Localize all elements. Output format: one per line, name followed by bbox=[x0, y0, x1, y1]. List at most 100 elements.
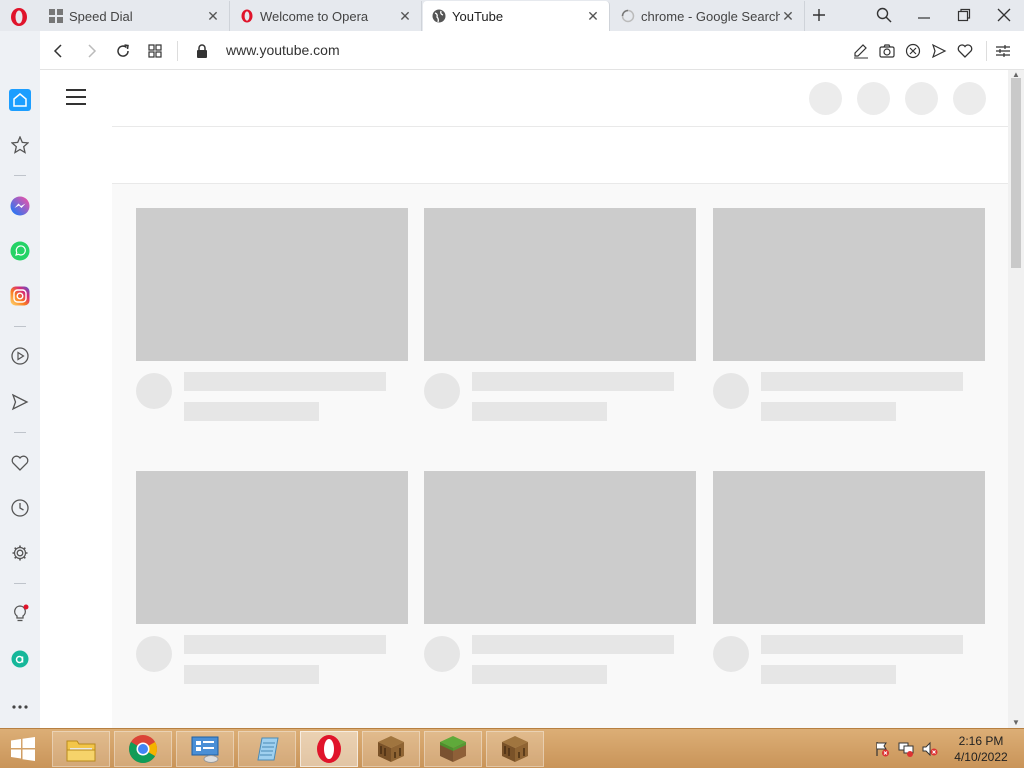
close-icon[interactable]: ✕ bbox=[780, 8, 796, 24]
taskbar-minecraft-crafting-table[interactable] bbox=[486, 731, 544, 767]
opera-logo-icon bbox=[11, 8, 27, 26]
action-center-flag-icon[interactable] bbox=[874, 741, 890, 757]
close-icon[interactable]: ✕ bbox=[397, 8, 413, 24]
windows-logo-icon bbox=[11, 737, 35, 761]
arrow-right-icon bbox=[88, 44, 97, 58]
video-card-placeholder[interactable] bbox=[713, 471, 985, 684]
taskbar: 2:16 PM 4/10/2022 bbox=[0, 728, 1024, 768]
chrome-icon bbox=[129, 735, 157, 763]
tab-title: YouTube bbox=[452, 8, 504, 24]
sidebar-item-aria[interactable] bbox=[8, 647, 32, 671]
scrollbar-thumb[interactable] bbox=[1011, 78, 1021, 268]
video-card-placeholder[interactable] bbox=[424, 208, 696, 421]
clock-time: 2:16 PM bbox=[958, 734, 1004, 748]
close-icon[interactable]: ✕ bbox=[205, 8, 221, 24]
sidebar-item-history[interactable] bbox=[8, 496, 32, 520]
tab-google-search[interactable]: chrome - Google Search ✕ bbox=[612, 1, 805, 31]
heart-icon bbox=[957, 44, 973, 58]
sidebar-item-player[interactable] bbox=[8, 344, 32, 368]
forward-button[interactable] bbox=[80, 40, 102, 62]
sidebar-item-flow[interactable] bbox=[8, 390, 32, 414]
close-window-button[interactable] bbox=[991, 4, 1017, 26]
taskbar-notepad[interactable] bbox=[238, 731, 296, 767]
home-icon bbox=[9, 89, 31, 111]
taskbar-chrome[interactable] bbox=[114, 731, 172, 767]
crafting-table-icon bbox=[378, 736, 404, 762]
close-icon[interactable]: ✕ bbox=[585, 8, 601, 24]
youtube-header bbox=[40, 70, 1008, 126]
separator bbox=[14, 326, 26, 327]
heart-icon bbox=[11, 455, 29, 471]
meta-placeholder bbox=[184, 402, 319, 421]
sidebar-item-messenger[interactable] bbox=[8, 194, 32, 218]
title-placeholder bbox=[184, 635, 386, 654]
sidebar-item-instagram[interactable] bbox=[8, 284, 32, 308]
easy-setup-button[interactable] bbox=[992, 40, 1014, 62]
minimize-button[interactable] bbox=[911, 4, 937, 26]
lightbulb-icon bbox=[14, 604, 29, 622]
sidebar-item-bookmarks[interactable] bbox=[8, 133, 32, 157]
sidebar-more-button[interactable] bbox=[8, 695, 32, 719]
new-tab-button[interactable] bbox=[808, 4, 830, 26]
address-bar: www.youtube.com bbox=[40, 31, 1024, 70]
restore-button[interactable] bbox=[951, 4, 977, 26]
lock-icon[interactable] bbox=[191, 40, 213, 62]
back-button[interactable] bbox=[48, 40, 70, 62]
url-field[interactable]: www.youtube.com bbox=[226, 42, 340, 58]
edit-button[interactable] bbox=[850, 40, 872, 62]
tab-youtube[interactable]: YouTube ✕ bbox=[423, 1, 610, 31]
taskbar-minecraft-crafting-table[interactable] bbox=[362, 731, 420, 767]
opera-icon bbox=[317, 735, 341, 763]
tab-speed-dial[interactable]: Speed Dial ✕ bbox=[40, 1, 230, 31]
scroll-up-arrow-icon[interactable]: ▲ bbox=[1011, 70, 1021, 79]
video-card-placeholder[interactable] bbox=[713, 208, 985, 421]
header-placeholder bbox=[857, 82, 890, 115]
opera-menu-button[interactable] bbox=[8, 6, 30, 28]
meta-placeholder bbox=[472, 402, 607, 421]
sidebar-item-pinboards[interactable] bbox=[8, 451, 32, 475]
instagram-icon bbox=[10, 286, 30, 306]
loading-icon bbox=[620, 8, 636, 24]
taskbar-file-explorer[interactable] bbox=[52, 731, 110, 767]
whatsapp-icon bbox=[10, 241, 30, 261]
taskbar-minecraft-grass-block[interactable] bbox=[424, 731, 482, 767]
send-icon bbox=[11, 393, 29, 411]
globe-icon bbox=[431, 8, 447, 24]
header-placeholder bbox=[953, 82, 986, 115]
opera-icon bbox=[239, 8, 255, 24]
sidebar-item-settings[interactable] bbox=[8, 541, 32, 565]
system-clock[interactable]: 2:16 PM 4/10/2022 bbox=[950, 733, 1012, 765]
crafting-table-icon bbox=[502, 736, 528, 762]
edit-icon bbox=[854, 44, 868, 59]
ad-blocker-button[interactable] bbox=[902, 40, 924, 62]
scroll-down-arrow-icon[interactable]: ▼ bbox=[1011, 718, 1021, 727]
thumbnail-placeholder bbox=[713, 471, 985, 624]
tab-welcome-to-opera[interactable]: Welcome to Opera ✕ bbox=[231, 1, 422, 31]
speed-dial-icon bbox=[48, 8, 64, 24]
title-placeholder bbox=[761, 372, 963, 391]
taskbar-opera[interactable] bbox=[300, 731, 358, 767]
avatar-placeholder bbox=[713, 373, 749, 409]
page-scrollbar[interactable]: ▲ ▼ bbox=[1008, 70, 1024, 728]
video-card-placeholder[interactable] bbox=[424, 471, 696, 684]
search-tabs-button[interactable] bbox=[871, 4, 897, 26]
reload-button[interactable] bbox=[112, 40, 134, 62]
sidebar-item-home[interactable] bbox=[8, 88, 32, 112]
separator bbox=[14, 583, 26, 584]
send-button[interactable] bbox=[928, 40, 950, 62]
network-icon[interactable] bbox=[898, 741, 914, 757]
sidebar-item-whatsapp[interactable] bbox=[8, 239, 32, 263]
start-button[interactable] bbox=[8, 735, 38, 763]
sidebar-item-features[interactable] bbox=[8, 602, 32, 626]
tiles-button[interactable] bbox=[144, 40, 166, 62]
hamburger-menu-icon[interactable] bbox=[66, 89, 86, 105]
snapshot-button[interactable] bbox=[876, 40, 898, 62]
bookmark-button[interactable] bbox=[954, 40, 976, 62]
grid-icon bbox=[148, 44, 162, 58]
video-card-placeholder[interactable] bbox=[136, 471, 408, 684]
tab-strip: Speed Dial ✕ Welcome to Opera ✕ YouTube … bbox=[0, 0, 1024, 31]
video-card-placeholder[interactable] bbox=[136, 208, 408, 421]
volume-muted-icon[interactable] bbox=[922, 741, 938, 757]
taskbar-control-panel[interactable] bbox=[176, 731, 234, 767]
ad-block-icon bbox=[905, 43, 921, 59]
